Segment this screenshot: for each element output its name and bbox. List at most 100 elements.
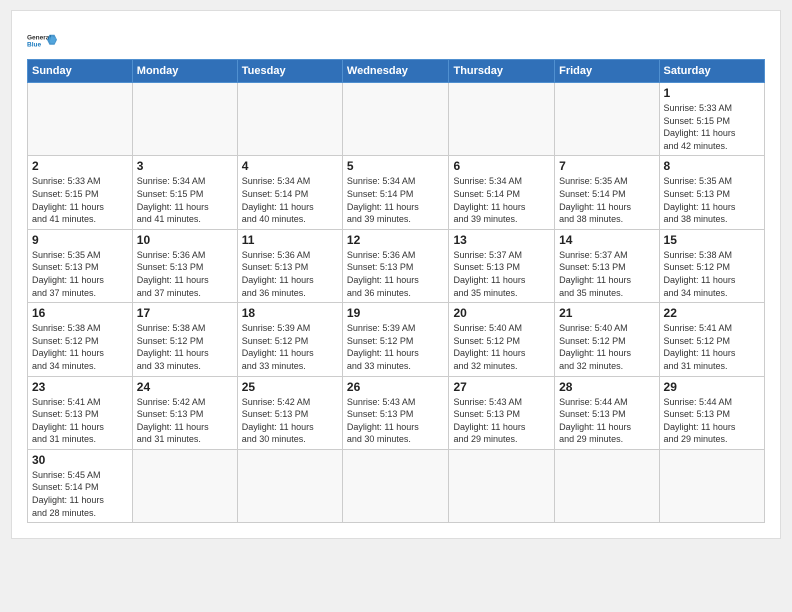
empty-day-cell [555, 83, 659, 156]
day-number: 17 [137, 306, 233, 320]
day-cell-4: 4 Sunrise: 5:34 AM Sunset: 5:14 PM Daylig… [237, 156, 342, 229]
generalblue-logo-icon: General Blue [27, 31, 57, 51]
day-cell-24: 24 Sunrise: 5:42 AM Sunset: 5:13 PM Dayli… [132, 376, 237, 449]
day-number: 10 [137, 233, 233, 247]
day-info: Sunrise: 5:34 AM Sunset: 5:15 PM Dayligh… [137, 175, 233, 225]
day-info: Sunrise: 5:34 AM Sunset: 5:14 PM Dayligh… [347, 175, 445, 225]
day-cell-8: 8 Sunrise: 5:35 AM Sunset: 5:13 PM Daylig… [659, 156, 764, 229]
empty-day-cell [237, 449, 342, 522]
empty-day-cell [132, 83, 237, 156]
day-cell-2: 2 Sunrise: 5:33 AM Sunset: 5:15 PM Daylig… [28, 156, 133, 229]
day-number: 29 [664, 380, 760, 394]
day-number: 18 [242, 306, 338, 320]
day-number: 9 [32, 233, 128, 247]
empty-day-cell [132, 449, 237, 522]
day-cell-30: 30 Sunrise: 5:45 AM Sunset: 5:14 PM Dayli… [28, 449, 133, 522]
empty-day-cell [28, 83, 133, 156]
day-info: Sunrise: 5:41 AM Sunset: 5:13 PM Dayligh… [32, 396, 128, 446]
day-number: 16 [32, 306, 128, 320]
day-info: Sunrise: 5:44 AM Sunset: 5:13 PM Dayligh… [559, 396, 654, 446]
day-cell-14: 14 Sunrise: 5:37 AM Sunset: 5:13 PM Dayli… [555, 229, 659, 302]
day-cell-3: 3 Sunrise: 5:34 AM Sunset: 5:15 PM Daylig… [132, 156, 237, 229]
day-number: 4 [242, 159, 338, 173]
day-info: Sunrise: 5:39 AM Sunset: 5:12 PM Dayligh… [347, 322, 445, 372]
empty-day-cell [449, 449, 555, 522]
day-number: 19 [347, 306, 445, 320]
day-cell-21: 21 Sunrise: 5:40 AM Sunset: 5:12 PM Dayli… [555, 303, 659, 376]
day-cell-13: 13Sunrise: 5:37 AM Sunset: 5:13 PM Dayli… [449, 229, 555, 302]
day-number: 30 [32, 453, 128, 467]
weekday-header-friday: Friday [555, 60, 659, 83]
day-info: Sunrise: 5:43 AM Sunset: 5:13 PM Dayligh… [453, 396, 550, 446]
day-cell-15: 15Sunrise: 5:38 AM Sunset: 5:12 PM Dayli… [659, 229, 764, 302]
day-info: Sunrise: 5:44 AM Sunset: 5:13 PM Dayligh… [664, 396, 760, 446]
weekday-header-thursday: Thursday [449, 60, 555, 83]
day-info: Sunrise: 5:42 AM Sunset: 5:13 PM Dayligh… [242, 396, 338, 446]
day-number: 5 [347, 159, 445, 173]
weekday-header-row: SundayMondayTuesdayWednesdayThursdayFrid… [28, 60, 765, 83]
day-cell-28: 28 Sunrise: 5:44 AM Sunset: 5:13 PM Dayli… [555, 376, 659, 449]
day-number: 28 [559, 380, 654, 394]
day-number: 6 [453, 159, 550, 173]
day-info: Sunrise: 5:38 AM Sunset: 5:12 PM Dayligh… [664, 249, 760, 299]
day-info: Sunrise: 5:33 AM Sunset: 5:15 PM Dayligh… [32, 175, 128, 225]
day-cell-7: 7 Sunrise: 5:35 AM Sunset: 5:14 PM Daylig… [555, 156, 659, 229]
day-info: Sunrise: 5:33 AM Sunset: 5:15 PM Dayligh… [664, 102, 760, 152]
day-info: Sunrise: 5:45 AM Sunset: 5:14 PM Dayligh… [32, 469, 128, 519]
day-cell-12: 12Sunrise: 5:36 AM Sunset: 5:13 PM Dayli… [342, 229, 449, 302]
calendar-week-row: 30 Sunrise: 5:45 AM Sunset: 5:14 PM Dayli… [28, 449, 765, 522]
svg-text:Blue: Blue [27, 41, 41, 48]
day-number: 1 [664, 86, 760, 100]
weekday-header-monday: Monday [132, 60, 237, 83]
day-number: 23 [32, 380, 128, 394]
day-number: 7 [559, 159, 654, 173]
weekday-header-saturday: Saturday [659, 60, 764, 83]
day-info: Sunrise: 5:37 AM Sunset: 5:13 PM Dayligh… [559, 249, 654, 299]
day-cell-25: 25Sunrise: 5:42 AM Sunset: 5:13 PM Dayli… [237, 376, 342, 449]
empty-day-cell [659, 449, 764, 522]
day-info: Sunrise: 5:34 AM Sunset: 5:14 PM Dayligh… [242, 175, 338, 225]
day-cell-29: 29 Sunrise: 5:44 AM Sunset: 5:13 PM Dayli… [659, 376, 764, 449]
day-number: 24 [137, 380, 233, 394]
calendar-week-row: 1 Sunrise: 5:33 AM Sunset: 5:15 PM Daylig… [28, 83, 765, 156]
day-info: Sunrise: 5:39 AM Sunset: 5:12 PM Dayligh… [242, 322, 338, 372]
empty-day-cell [342, 449, 449, 522]
day-number: 21 [559, 306, 654, 320]
day-info: Sunrise: 5:35 AM Sunset: 5:13 PM Dayligh… [664, 175, 760, 225]
day-cell-9: 9Sunrise: 5:35 AM Sunset: 5:13 PM Daylig… [28, 229, 133, 302]
empty-day-cell [342, 83, 449, 156]
day-number: 2 [32, 159, 128, 173]
calendar-week-row: 2 Sunrise: 5:33 AM Sunset: 5:15 PM Daylig… [28, 156, 765, 229]
day-info: Sunrise: 5:35 AM Sunset: 5:14 PM Dayligh… [559, 175, 654, 225]
day-number: 14 [559, 233, 654, 247]
day-info: Sunrise: 5:40 AM Sunset: 5:12 PM Dayligh… [453, 322, 550, 372]
day-cell-22: 22Sunrise: 5:41 AM Sunset: 5:12 PM Dayli… [659, 303, 764, 376]
day-cell-10: 10Sunrise: 5:36 AM Sunset: 5:13 PM Dayli… [132, 229, 237, 302]
day-cell-11: 11 Sunrise: 5:36 AM Sunset: 5:13 PM Dayli… [237, 229, 342, 302]
day-number: 11 [242, 233, 338, 247]
calendar-table: SundayMondayTuesdayWednesdayThursdayFrid… [27, 59, 765, 523]
day-cell-27: 27Sunrise: 5:43 AM Sunset: 5:13 PM Dayli… [449, 376, 555, 449]
weekday-header-sunday: Sunday [28, 60, 133, 83]
day-cell-19: 19 Sunrise: 5:39 AM Sunset: 5:12 PM Dayli… [342, 303, 449, 376]
weekday-header-wednesday: Wednesday [342, 60, 449, 83]
day-cell-6: 6Sunrise: 5:34 AM Sunset: 5:14 PM Daylig… [449, 156, 555, 229]
day-cell-16: 16Sunrise: 5:38 AM Sunset: 5:12 PM Dayli… [28, 303, 133, 376]
empty-day-cell [555, 449, 659, 522]
day-info: Sunrise: 5:38 AM Sunset: 5:12 PM Dayligh… [137, 322, 233, 372]
day-info: Sunrise: 5:43 AM Sunset: 5:13 PM Dayligh… [347, 396, 445, 446]
day-info: Sunrise: 5:42 AM Sunset: 5:13 PM Dayligh… [137, 396, 233, 446]
day-number: 8 [664, 159, 760, 173]
day-info: Sunrise: 5:36 AM Sunset: 5:13 PM Dayligh… [242, 249, 338, 299]
day-number: 13 [453, 233, 550, 247]
calendar-week-row: 16 Sunrise: 5:38 AM Sunset: 5:12 PM Dayli… [28, 303, 765, 376]
day-cell-23: 23 Sunrise: 5:41 AM Sunset: 5:13 PM Dayli… [28, 376, 133, 449]
day-cell-1: 1 Sunrise: 5:33 AM Sunset: 5:15 PM Daylig… [659, 83, 764, 156]
empty-day-cell [449, 83, 555, 156]
day-number: 3 [137, 159, 233, 173]
day-number: 20 [453, 306, 550, 320]
day-number: 26 [347, 380, 445, 394]
day-info: Sunrise: 5:40 AM Sunset: 5:12 PM Dayligh… [559, 322, 654, 372]
day-cell-18: 18 Sunrise: 5:39 AM Sunset: 5:12 PM Dayli… [237, 303, 342, 376]
empty-day-cell [237, 83, 342, 156]
